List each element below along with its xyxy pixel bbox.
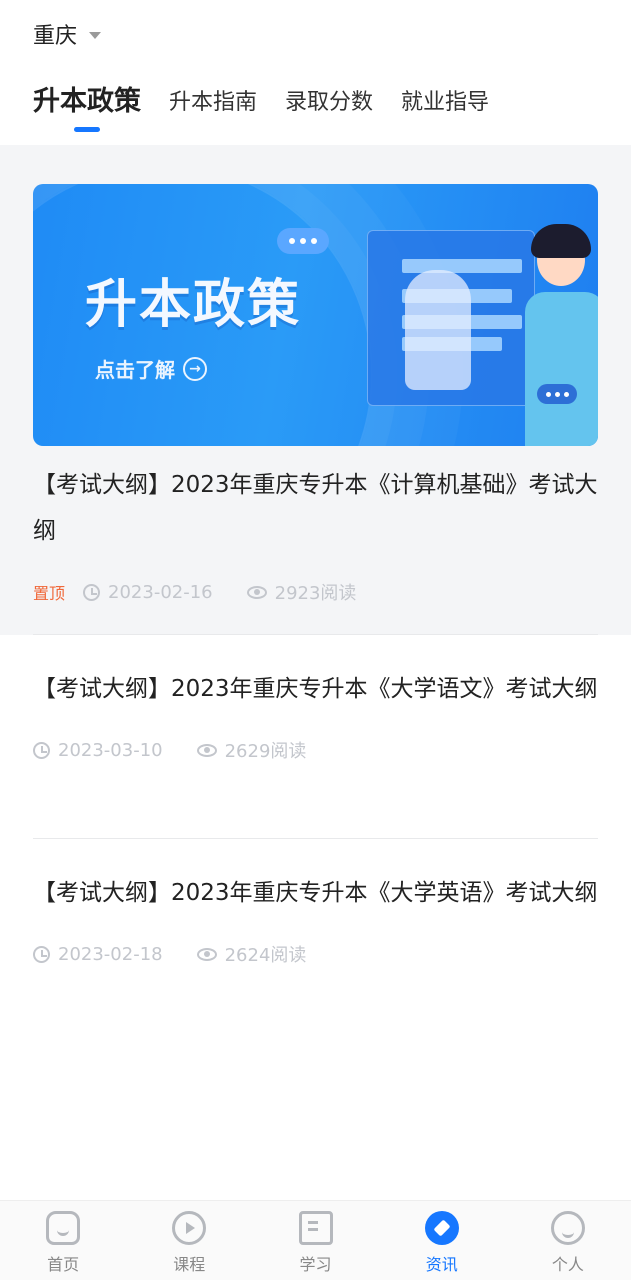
article-reads: 2624阅读 [224, 945, 307, 966]
article-title: 【考试大纲】2023年重庆专升本《大学语文》考试大纲 [33, 676, 598, 702]
top-bar: 重庆 升本政策 升本指南 录取分数 就业指导 [0, 0, 631, 145]
list-item[interactable]: 【考试大纲】2023年重庆专升本《大学语文》考试大纲 2023-03-10 26… [33, 666, 598, 762]
article-date: 2023-02-16 [108, 581, 213, 603]
eye-icon [246, 585, 267, 599]
tab-guide[interactable]: 升本指南 [169, 80, 257, 128]
banner-person-illustration [525, 224, 598, 446]
play-circle-icon [172, 1211, 207, 1245]
article-reads: 2923阅读 [274, 583, 357, 604]
category-tabs: 升本政策 升本指南 录取分数 就业指导 [33, 80, 517, 136]
eye-icon [196, 743, 217, 757]
city-selector[interactable]: 重庆 [33, 18, 102, 50]
active-tab-indicator [74, 127, 100, 132]
tabbar-item-profile[interactable]: 个人 [505, 1201, 631, 1280]
book-icon [298, 1211, 333, 1245]
article-date: 2023-03-10 [58, 739, 163, 761]
clock-icon [33, 945, 50, 963]
article-meta: 置顶 2023-02-16 2923阅读 [33, 580, 598, 605]
eye-icon [196, 947, 217, 961]
arrow-right-icon: → [183, 356, 207, 381]
article-date: 2023-02-18 [58, 943, 163, 965]
home-icon [46, 1211, 81, 1245]
tabbar-item-home[interactable]: 首页 [0, 1201, 126, 1280]
compass-icon [424, 1211, 459, 1245]
bottom-tab-bar: 首页 课程 学习 资讯 个人 [0, 1200, 631, 1280]
chat-bubble-icon [537, 384, 577, 404]
banner-title: 升本政策 [85, 275, 302, 335]
pinned-badge: 置顶 [33, 584, 66, 603]
article-title: 【考试大纲】2023年重庆专升本《计算机基础》考试大纲 [33, 472, 598, 544]
city-label: 重庆 [33, 24, 78, 49]
tabbar-item-news[interactable]: 资讯 [379, 1201, 505, 1280]
list-item[interactable]: 【考试大纲】2023年重庆专升本《计算机基础》考试大纲 置顶 2023-02-1… [33, 462, 598, 604]
article-title: 【考试大纲】2023年重庆专升本《大学英语》考试大纲 [33, 880, 598, 906]
clock-icon [83, 583, 101, 601]
tab-career-guidance[interactable]: 就业指导 [401, 80, 489, 128]
divider [33, 634, 598, 635]
tabbar-item-courses[interactable]: 课程 [126, 1201, 252, 1280]
divider [33, 838, 598, 839]
tabbar-item-study[interactable]: 学习 [252, 1201, 378, 1280]
smile-icon [550, 1211, 585, 1245]
tab-policy[interactable]: 升本政策 [33, 80, 141, 132]
banner-hand-illustration [405, 270, 471, 390]
banner-cta[interactable]: 点击了解 → [95, 354, 207, 383]
list-item[interactable]: 【考试大纲】2023年重庆专升本《大学英语》考试大纲 2023-02-18 26… [33, 870, 598, 966]
article-meta: 2023-02-18 2624阅读 [33, 942, 598, 966]
policy-banner[interactable]: 升本政策 点击了解 → [33, 184, 598, 446]
chat-bubble-icon [277, 228, 329, 254]
article-reads: 2629阅读 [224, 741, 307, 762]
clock-icon [33, 741, 50, 759]
article-meta: 2023-03-10 2629阅读 [33, 738, 598, 762]
tab-admission-scores[interactable]: 录取分数 [285, 80, 373, 128]
caret-down-icon [89, 31, 102, 39]
